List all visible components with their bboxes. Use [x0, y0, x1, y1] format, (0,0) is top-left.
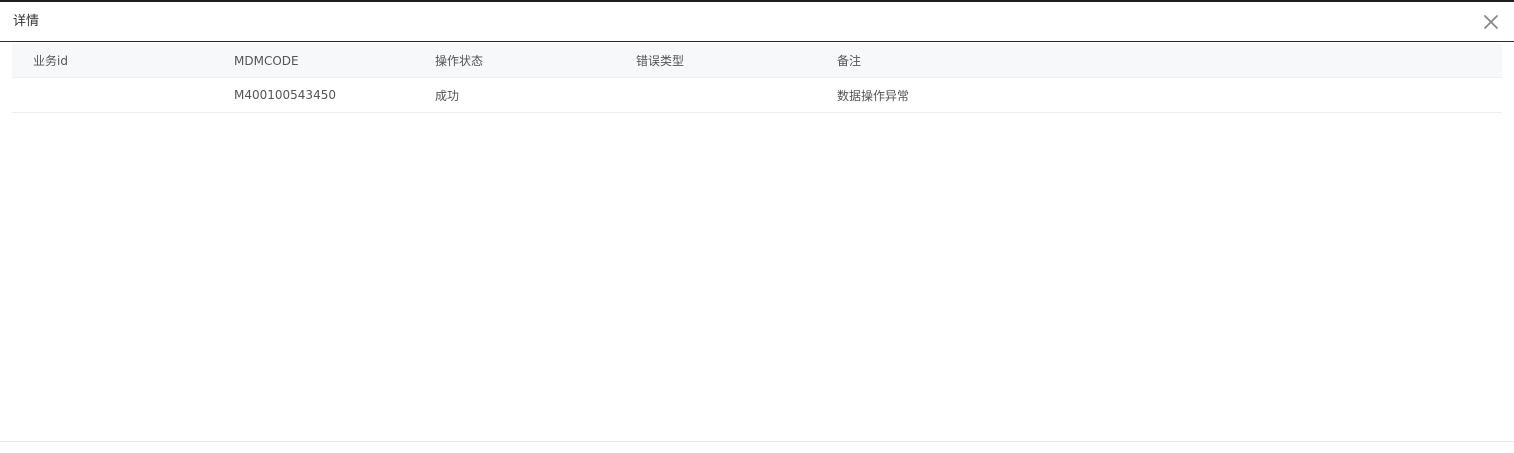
column-header-business-id[interactable]: 业务id — [33, 44, 68, 77]
column-header-operation-status[interactable]: 操作状态 — [435, 44, 483, 77]
footer-divider — [0, 441, 1514, 442]
close-button[interactable] — [1482, 13, 1500, 31]
column-header-mdmcode[interactable]: MDMCODE — [234, 44, 299, 77]
column-header-remark[interactable]: 备注 — [837, 44, 861, 77]
table-row[interactable]: M400100543450 成功 数据操作异常 — [12, 78, 1502, 113]
column-header-error-type[interactable]: 错误类型 — [636, 44, 684, 77]
detail-table: 业务id MDMCODE 操作状态 错误类型 备注 M400100543450 … — [12, 44, 1502, 113]
table-header: 业务id MDMCODE 操作状态 错误类型 备注 — [12, 44, 1502, 78]
cell-operation-status: 成功 — [435, 88, 460, 103]
dialog-title: 详情 — [13, 14, 40, 29]
detail-dialog: 详情 业务id MDMCODE 操作状态 错误类型 备注 M4001005434… — [0, 0, 1514, 453]
dialog-header: 详情 — [0, 2, 1514, 42]
cell-remark: 数据操作异常 — [837, 88, 910, 103]
close-icon — [1484, 15, 1498, 29]
cell-mdmcode: M400100543450 — [234, 88, 336, 102]
